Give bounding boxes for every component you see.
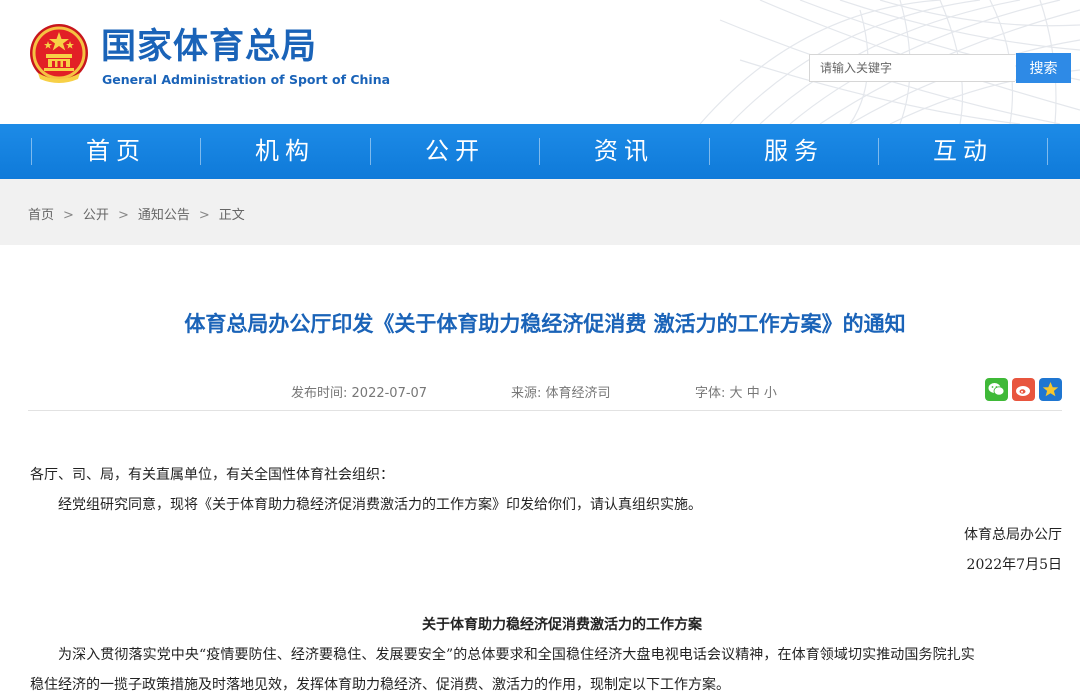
meta-divider (28, 410, 1062, 411)
nav-item-interaction[interactable]: 互动 (879, 124, 1047, 179)
weibo-icon[interactable] (1012, 378, 1035, 401)
publish-date-value: 2022-07-07 (351, 386, 428, 401)
nav-item-organization[interactable]: 机构 (201, 124, 369, 179)
article-source: 来源: 体育经济司 (511, 382, 611, 401)
paragraph-line: 为深入贯彻落实党中央“疫情要防住、经济要稳住、发展要安全”的总体要求和全国稳住经… (58, 647, 975, 663)
source-label: 来源: (511, 386, 542, 401)
breadcrumb-separator: > (117, 208, 129, 223)
nav-divider (1047, 138, 1048, 165)
breadcrumb-separator: > (63, 208, 74, 223)
breadcrumb-bar: 首页 > 公开 > 通知公告 > 正文 (0, 179, 1080, 245)
intro-paragraph: 经党组研究同意，现将《关于体育助力稳经济促消费激活力的工作方案》印发给你们，请认… (58, 497, 702, 513)
main-nav: 首页 机构 公开 资讯 服务 互动 (0, 124, 1080, 179)
site-title[interactable]: 国家体育总局 (101, 27, 317, 67)
breadcrumb-current: 正文 (218, 208, 245, 223)
breadcrumb-notices[interactable]: 通知公告 (138, 208, 190, 223)
site-title-english[interactable]: General Administration of Sport of China (102, 72, 390, 88)
signature: 体育总局办公厅 (964, 527, 1062, 543)
favorite-star-icon[interactable] (1039, 378, 1062, 401)
search-button[interactable]: 搜索 (1016, 53, 1071, 83)
source-value: 体育经济司 (545, 386, 611, 401)
document-subtitle: 关于体育助力稳经济促消费激活力的工作方案 (422, 617, 702, 633)
font-size-large[interactable]: 大 (730, 386, 743, 401)
publish-date: 发布时间: 2022-07-07 (291, 382, 427, 401)
wechat-icon[interactable] (985, 378, 1008, 401)
site-header: 国家体育总局 General Administration of Sport o… (0, 0, 1080, 124)
nav-item-home[interactable]: 首页 (32, 124, 200, 179)
publish-date-label: 发布时间: (291, 386, 348, 401)
salutation: 各厅、司、局，有关直属单位，有关全国性体育社会组织： (30, 467, 394, 483)
nav-item-services[interactable]: 服务 (710, 124, 878, 179)
nav-item-news[interactable]: 资讯 (540, 124, 708, 179)
breadcrumb-public[interactable]: 公开 (83, 208, 109, 223)
breadcrumb: 首页 > 公开 > 通知公告 > 正文 (28, 204, 245, 223)
national-emblem-icon (30, 24, 88, 83)
breadcrumb-separator: > (198, 208, 210, 223)
sign-date: 2022年7月5日 (966, 557, 1062, 573)
font-size-control: 字体: 大 中 小 (695, 382, 777, 401)
paragraph-line: 稳住经济的一揽子政策措施及时落地见效，发挥体育助力稳经济、促消费、激活力的作用，… (30, 677, 730, 693)
font-size-small[interactable]: 小 (764, 386, 777, 401)
font-size-medium[interactable]: 中 (747, 386, 760, 401)
article-title: 体育总局办公厅印发《关于体育助力稳经济促消费 激活力的工作方案》的通知 (184, 312, 906, 336)
breadcrumb-home[interactable]: 首页 (28, 208, 54, 223)
font-size-label: 字体: (695, 386, 726, 401)
nav-item-public[interactable]: 公开 (371, 124, 539, 179)
search-input[interactable] (809, 54, 1015, 82)
